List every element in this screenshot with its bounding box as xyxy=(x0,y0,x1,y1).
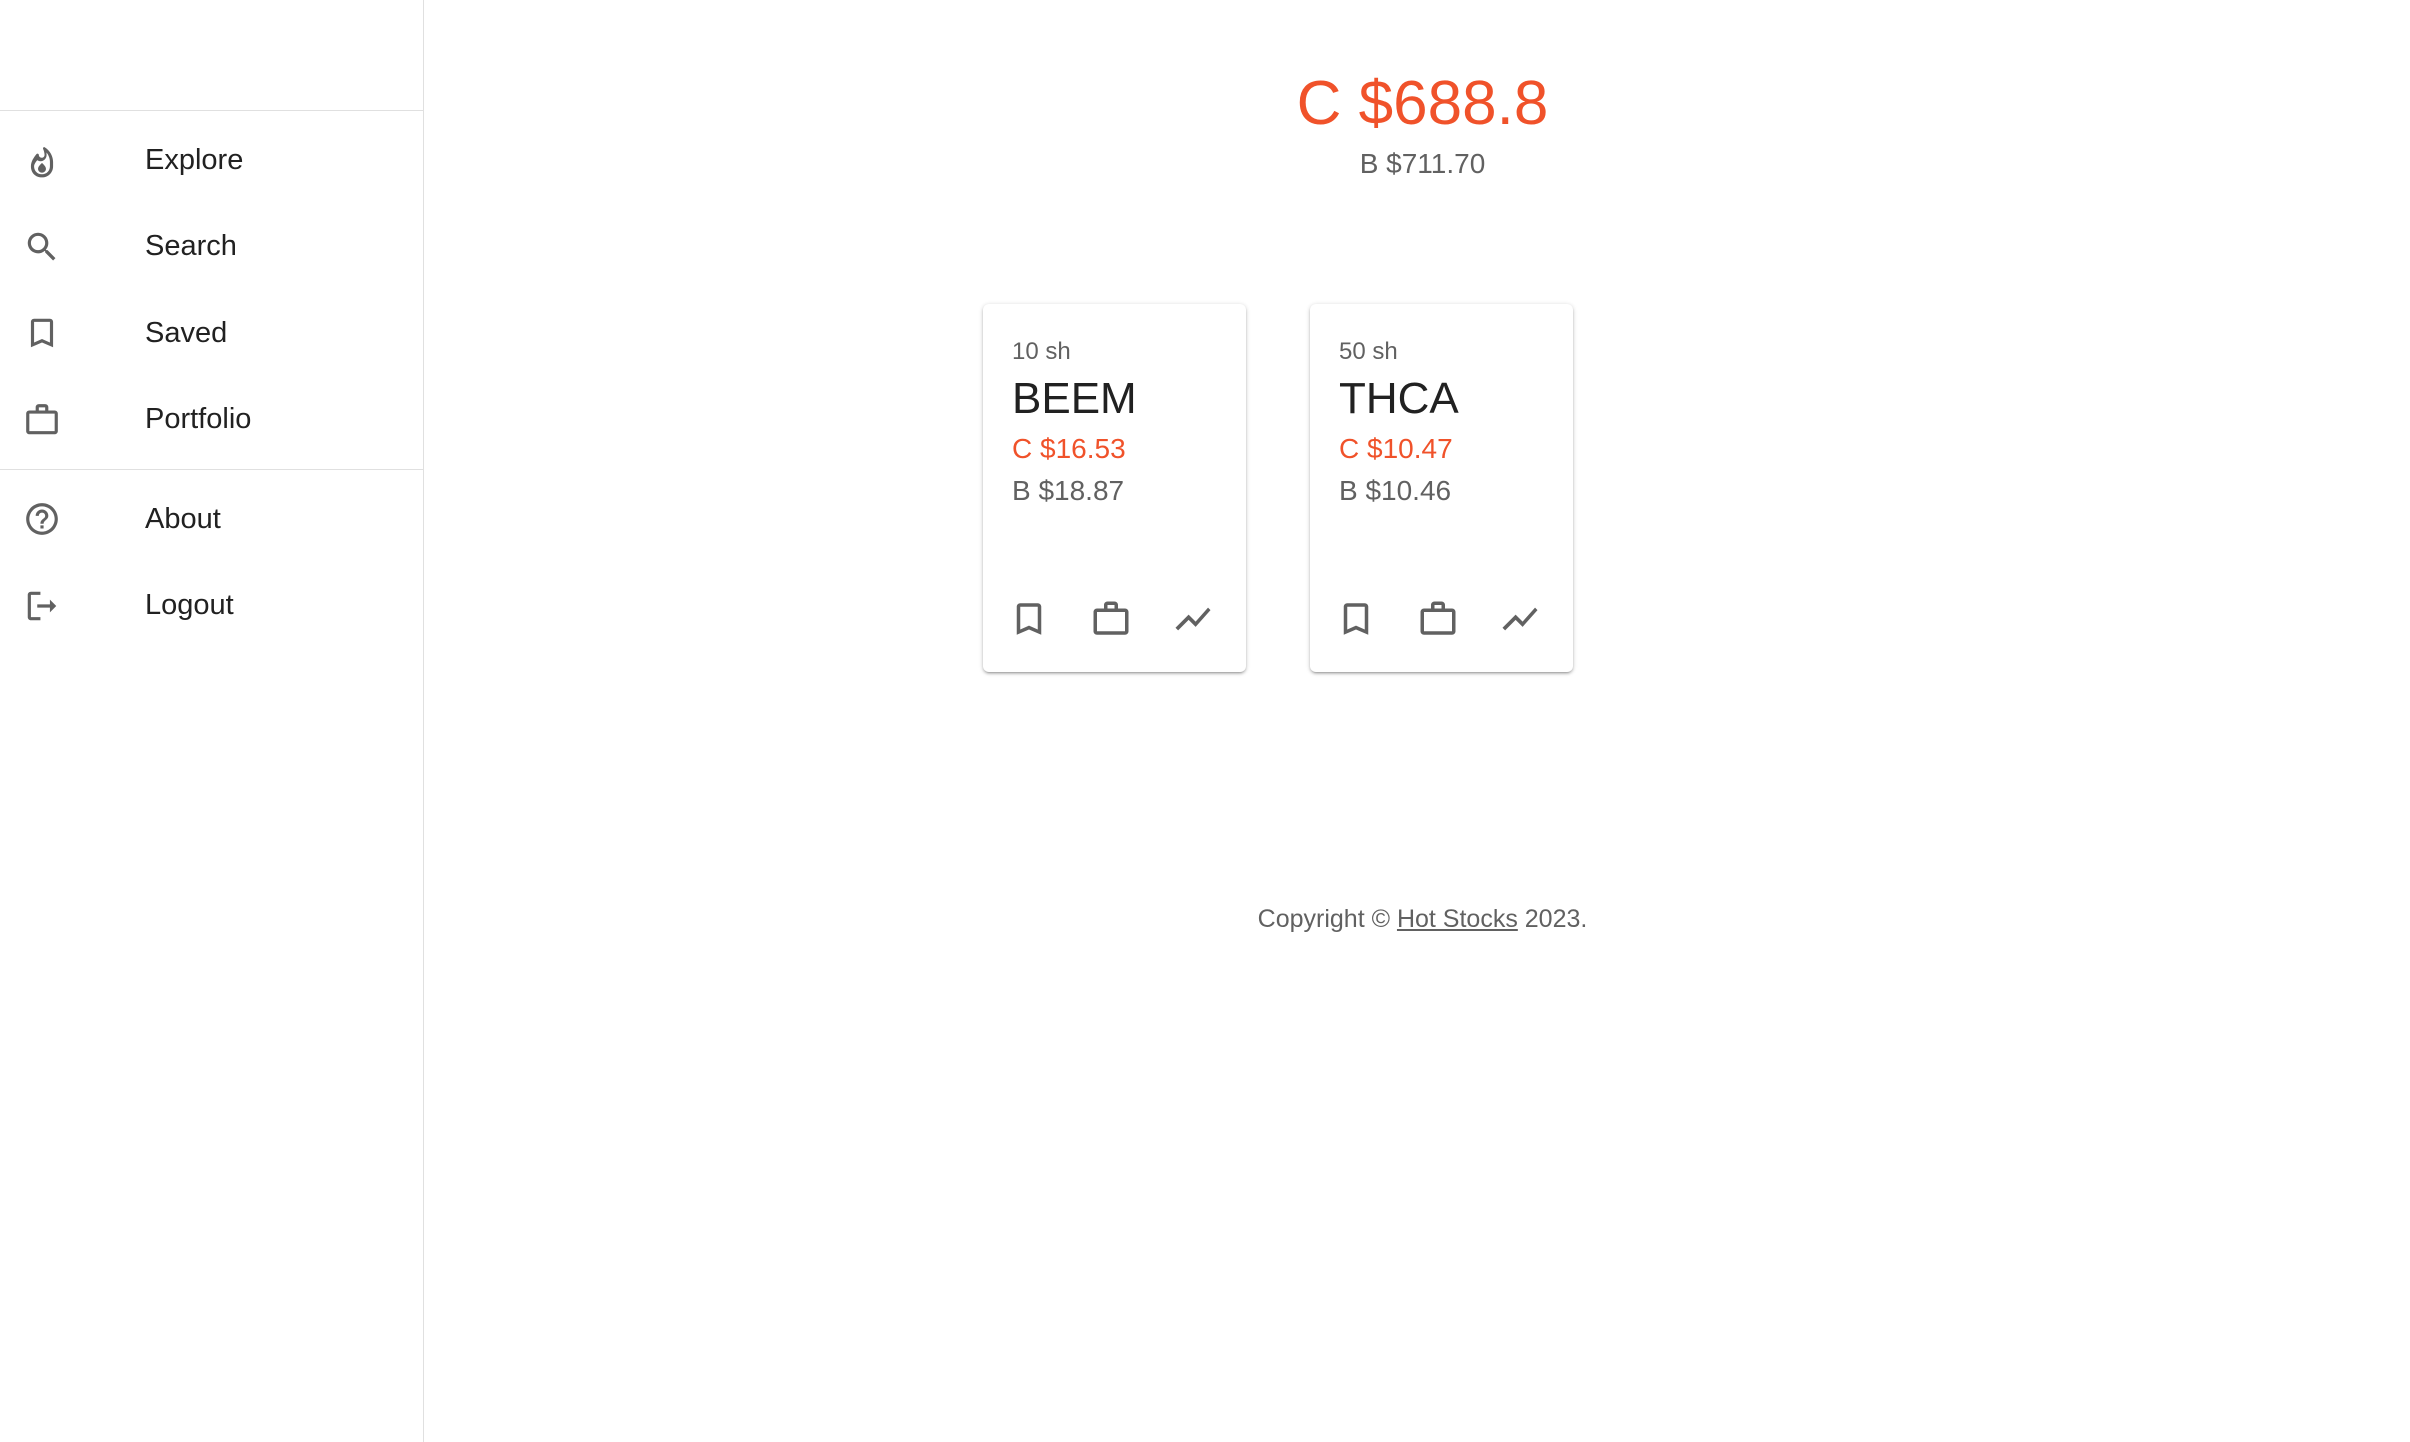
sidebar-item-label: Portfolio xyxy=(145,403,252,436)
footer: Copyright © Hot Stocks 2023. xyxy=(425,905,2410,934)
sidebar-item-label: Search xyxy=(145,230,237,263)
holding-basis-price: B $10.46 xyxy=(1339,475,1452,506)
sidebar: Explore Search Saved Portfolio About Log… xyxy=(0,0,424,1442)
holding-shares: 50 sh xyxy=(1339,338,1398,365)
card-actions xyxy=(1008,598,1254,640)
sidebar-item-portfolio[interactable]: Portfolio xyxy=(0,377,423,464)
flame-icon xyxy=(23,141,61,179)
sidebar-header xyxy=(0,0,423,111)
main-content: C $688.8 B $711.70 10 sh BEEM C $16.53 B… xyxy=(425,0,2410,1442)
footer-suffix: 2023. xyxy=(1517,905,1588,933)
sidebar-item-label: Explore xyxy=(145,143,244,176)
logout-icon xyxy=(23,587,61,625)
card-actions xyxy=(1335,598,1581,640)
help-circle-icon xyxy=(23,500,61,538)
bookmark-icon[interactable] xyxy=(1335,598,1377,640)
portfolio-summary: C $688.8 B $711.70 xyxy=(425,64,2410,182)
portfolio-basis-value: B $711.70 xyxy=(1359,148,1486,179)
trending-up-icon[interactable] xyxy=(1172,598,1214,640)
briefcase-icon[interactable] xyxy=(1417,598,1459,640)
footer-prefix: Copyright © xyxy=(1257,905,1397,933)
holding-basis-price: B $18.87 xyxy=(1012,475,1125,506)
bookmark-icon[interactable] xyxy=(1008,598,1050,640)
bookmark-icon xyxy=(23,314,61,352)
search-icon xyxy=(23,228,61,266)
holding-current-price: C $16.53 xyxy=(1012,433,1126,464)
holding-current-price: C $10.47 xyxy=(1339,433,1453,464)
sidebar-item-about[interactable]: About xyxy=(0,476,423,563)
secondary-nav: About Logout xyxy=(0,470,423,655)
primary-nav: Explore Search Saved Portfolio xyxy=(0,111,423,469)
sidebar-item-label: Logout xyxy=(145,589,234,622)
holding-symbol: BEEM xyxy=(1012,374,1137,423)
portfolio-current-value: C $688.8 xyxy=(1296,69,1549,138)
holding-card: 10 sh BEEM C $16.53 B $18.87 xyxy=(983,304,1246,672)
holding-symbol: THCA xyxy=(1339,374,1459,423)
footer-link[interactable]: Hot Stocks xyxy=(1397,905,1518,933)
holding-card: 50 sh THCA C $10.47 B $10.46 xyxy=(1310,304,1573,672)
sidebar-item-search[interactable]: Search xyxy=(0,204,423,291)
trending-up-icon[interactable] xyxy=(1499,598,1541,640)
sidebar-item-explore[interactable]: Explore xyxy=(0,117,423,204)
sidebar-item-label: Saved xyxy=(145,316,228,349)
briefcase-icon[interactable] xyxy=(1090,598,1132,640)
sidebar-item-saved[interactable]: Saved xyxy=(0,290,423,377)
briefcase-icon xyxy=(23,401,61,439)
sidebar-item-logout[interactable]: Logout xyxy=(0,563,423,650)
holding-shares: 10 sh xyxy=(1012,338,1071,365)
sidebar-item-label: About xyxy=(145,502,221,535)
